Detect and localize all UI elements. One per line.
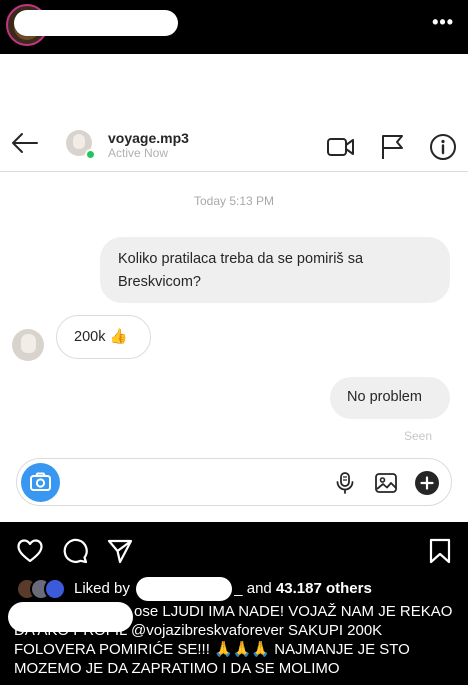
redacted-username bbox=[136, 577, 232, 601]
comment-icon[interactable] bbox=[61, 537, 89, 565]
plus-icon[interactable] bbox=[415, 471, 439, 495]
more-horizontal-icon: ••• bbox=[432, 12, 454, 32]
more-options-button[interactable]: ••• bbox=[432, 12, 454, 33]
message-composer[interactable] bbox=[16, 458, 452, 506]
outgoing-message[interactable]: No problem bbox=[330, 377, 450, 419]
dm-screenshot: voyage.mp3 Active Now Today 5:13 PM Koli… bbox=[0, 54, 468, 522]
caption-line: MOZEMO JE DA ZAPRATIMO I DA SE MOLIMO bbox=[14, 660, 340, 677]
camera-icon bbox=[30, 472, 51, 491]
redacted-username bbox=[8, 602, 133, 632]
caption-line: FOLOVERA POMIRIĆE SE!!! 🙏🙏🙏 NAJMANJE JE … bbox=[14, 641, 410, 658]
share-icon[interactable] bbox=[106, 537, 134, 565]
flag-icon[interactable] bbox=[378, 132, 408, 162]
seen-indicator: Seen bbox=[403, 429, 432, 443]
outgoing-message[interactable]: Koliko pratilaca treba da se pomiriš sa … bbox=[100, 237, 450, 303]
info-icon[interactable] bbox=[428, 132, 458, 162]
contact-status: Active Now bbox=[108, 146, 169, 160]
post-footer: Liked by _ and 43.187 others ose LJUDI I… bbox=[0, 522, 468, 685]
profile-mention-link[interactable]: @vojazibreskvaforever bbox=[131, 622, 284, 639]
post-header: ••• bbox=[0, 0, 468, 54]
avatar bbox=[44, 578, 66, 600]
redacted-username bbox=[14, 10, 178, 36]
video-call-icon[interactable] bbox=[326, 132, 356, 162]
camera-button[interactable] bbox=[21, 463, 60, 502]
image-icon[interactable] bbox=[374, 471, 398, 495]
bookmark-icon[interactable] bbox=[426, 537, 454, 565]
back-arrow-icon[interactable] bbox=[10, 128, 40, 158]
online-status-dot bbox=[85, 149, 96, 160]
heart-icon[interactable] bbox=[16, 537, 44, 565]
incoming-message[interactable]: 200k 👍 bbox=[56, 315, 151, 359]
message-timestamp: Today 5:13 PM bbox=[193, 194, 275, 208]
contact-name[interactable]: voyage.mp3 bbox=[108, 130, 189, 146]
microphone-icon[interactable] bbox=[333, 471, 357, 495]
likes-count: 43.187 others bbox=[275, 580, 372, 597]
liked-by-avatars[interactable] bbox=[16, 578, 70, 600]
chat-header: voyage.mp3 Active Now bbox=[0, 116, 468, 172]
incoming-message-avatar bbox=[12, 329, 44, 361]
